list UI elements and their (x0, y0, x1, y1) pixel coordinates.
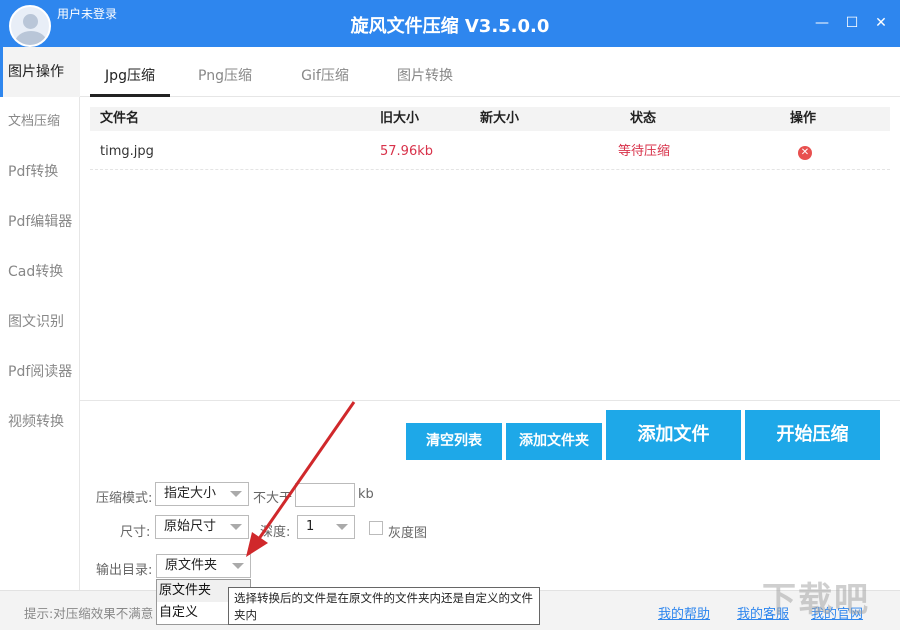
dimension-select[interactable]: 原始尺寸 (155, 515, 249, 539)
delete-icon[interactable]: ✕ (798, 146, 812, 160)
sidebar-item-doc-compress[interactable]: 文档压缩 (0, 97, 80, 147)
sidebar-item-image[interactable]: 图片操作 (0, 47, 80, 97)
grayscale-checkbox[interactable] (369, 521, 383, 535)
sidebar-item-cad-convert[interactable]: Cad转换 (0, 247, 80, 297)
table-row[interactable]: timg.jpg 57.96kb 等待压缩 ✕ (90, 138, 890, 170)
col-filename: 文件名 (100, 107, 139, 131)
divider (80, 400, 900, 401)
output-dir-label: 输出目录: (96, 559, 152, 578)
output-dir-value: 原文件夹 (165, 558, 217, 573)
chevron-down-icon (232, 563, 244, 569)
tab-jpg[interactable]: Jpg压缩 (90, 55, 170, 97)
dimension-label: 尺寸: (120, 521, 150, 540)
minimize-icon[interactable]: — (813, 14, 831, 32)
sidebar-item-pdf-editor[interactable]: Pdf编辑器 (0, 197, 80, 247)
close-icon[interactable]: ✕ (872, 14, 890, 32)
depth-value: 1 (306, 519, 314, 534)
col-old-size: 旧大小 (380, 107, 419, 131)
compress-mode-value: 指定大小 (164, 486, 216, 501)
watermark-logo: 下载吧 (762, 572, 870, 621)
depth-label: 深度: (260, 521, 290, 540)
chevron-down-icon (230, 491, 242, 497)
col-new-size: 新大小 (480, 107, 519, 131)
maximize-icon[interactable]: ☐ (843, 14, 861, 32)
clear-list-button[interactable]: 清空列表 (406, 423, 502, 460)
tip-text: 提示:对压缩效果不满意 (24, 603, 153, 622)
dimension-value: 原始尺寸 (164, 519, 216, 534)
compress-mode-select[interactable]: 指定大小 (155, 482, 249, 506)
kb-unit-label: kb (358, 487, 374, 502)
col-action: 操作 (790, 107, 816, 131)
row-filename: timg.jpg (100, 138, 154, 166)
start-compress-button[interactable]: 开始压缩 (745, 410, 880, 460)
not-exceed-label: 不大于 (253, 487, 292, 506)
tab-gif[interactable]: Gif压缩 (285, 55, 365, 97)
row-status: 等待压缩 (618, 138, 670, 166)
compress-mode-label: 压缩模式: (96, 487, 152, 506)
tab-png[interactable]: Png压缩 (185, 55, 265, 97)
depth-select[interactable]: 1 (297, 515, 355, 539)
app-title: 旋风文件压缩 V3.5.0.0 (0, 12, 900, 38)
row-old-size: 57.96kb (380, 138, 433, 166)
add-file-button[interactable]: 添加文件 (606, 410, 741, 460)
tooltip: 选择转换后的文件是在原文件的文件夹内还是自定义的文件夹内 (228, 587, 540, 625)
sidebar-item-ocr[interactable]: 图文识别 (0, 297, 80, 347)
sidebar-item-video-convert[interactable]: 视频转换 (0, 397, 80, 447)
grayscale-label: 灰度图 (388, 522, 427, 541)
size-input[interactable] (295, 483, 355, 507)
chevron-down-icon (336, 524, 348, 530)
add-folder-button[interactable]: 添加文件夹 (506, 423, 602, 460)
help-link[interactable]: 我的帮助 (658, 603, 710, 622)
sidebar-item-pdf-reader[interactable]: Pdf阅读器 (0, 347, 80, 397)
col-status: 状态 (630, 107, 656, 131)
sidebar-item-pdf-convert[interactable]: Pdf转换 (0, 147, 80, 197)
chevron-down-icon (230, 524, 242, 530)
tab-image-convert[interactable]: 图片转换 (385, 55, 465, 97)
sidebar: 图片操作 文档压缩 Pdf转换 Pdf编辑器 Cad转换 图文识别 Pdf阅读器… (0, 47, 80, 590)
title-bar: 用户未登录 旋风文件压缩 V3.5.0.0 — ☐ ✕ (0, 0, 900, 47)
output-dir-select[interactable]: 原文件夹 (156, 554, 251, 578)
tab-bar: Jpg压缩 Png压缩 Gif压缩 图片转换 (80, 55, 900, 97)
table-header: 文件名 旧大小 新大小 状态 操作 (90, 107, 890, 131)
